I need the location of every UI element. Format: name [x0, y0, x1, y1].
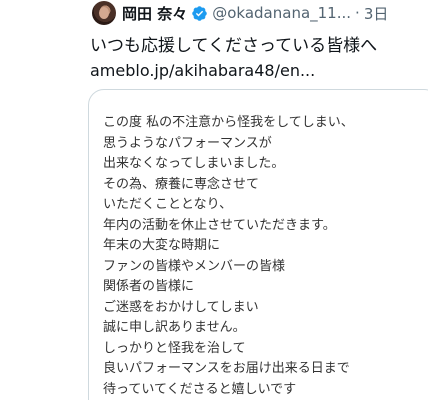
separator-dot: · [355, 4, 360, 22]
verified-badge-icon [192, 5, 207, 21]
card-text-line: ご迷惑をおかけしてしまい [103, 299, 259, 315]
card-text-line: いただくこととなり、 [103, 197, 233, 212]
attached-image-card[interactable]: この度 私の不注意から怪我をしてしまい、 思うようなパフォーマンスが 出来なくな… [88, 89, 428, 400]
avatar-face [99, 7, 109, 19]
card-text-line: 良いパフォーマンスをお届け出来る日まで [103, 361, 350, 376]
card-text-line: 思うようなパフォーマンスが [103, 135, 272, 151]
card-text-line: ファンの皆様やメンバーの皆様 [103, 258, 286, 274]
card-text-line: 年内の活動を休止させていただきます。 [103, 217, 336, 233]
card-text-line: しっかりと怪我を治して [103, 340, 246, 356]
card-text-line: 関係者の皆様に [103, 279, 195, 294]
display-name[interactable]: 岡田 奈々 [122, 3, 187, 24]
card-text-line: 年末の大変な時期に [103, 238, 221, 253]
card-text-line: 出来なくなってしまいました。 [103, 156, 285, 171]
card-text-line: 待っていてくださると嬉しいです [103, 381, 297, 397]
card-text-line: この度 私の不注意から怪我をしてしまい、 [103, 115, 354, 130]
user-handle[interactable]: @okadanana_11... [212, 4, 351, 22]
card-text-line: 誠に申し訳ありません。 [103, 320, 246, 335]
tweet-link[interactable]: ameblo.jp/akihabara48/en... [90, 59, 315, 83]
card-text-block: この度 私の不注意から怪我をしてしまい、 思うようなパフォーマンスが 出来なくな… [103, 113, 428, 400]
tweet-text: いつも応援してくださっている皆様へ [90, 36, 378, 56]
timestamp[interactable]: 3日 [364, 3, 389, 24]
card-text-line: その為、療養に専念させて [103, 176, 260, 192]
tweet-header: 岡田 奈々 @okadanana_11... · 3日 [122, 2, 388, 24]
avatar[interactable] [92, 1, 116, 25]
tweet[interactable]: 岡田 奈々 @okadanana_11... · 3日 いつも応援してくださって… [0, 0, 428, 400]
